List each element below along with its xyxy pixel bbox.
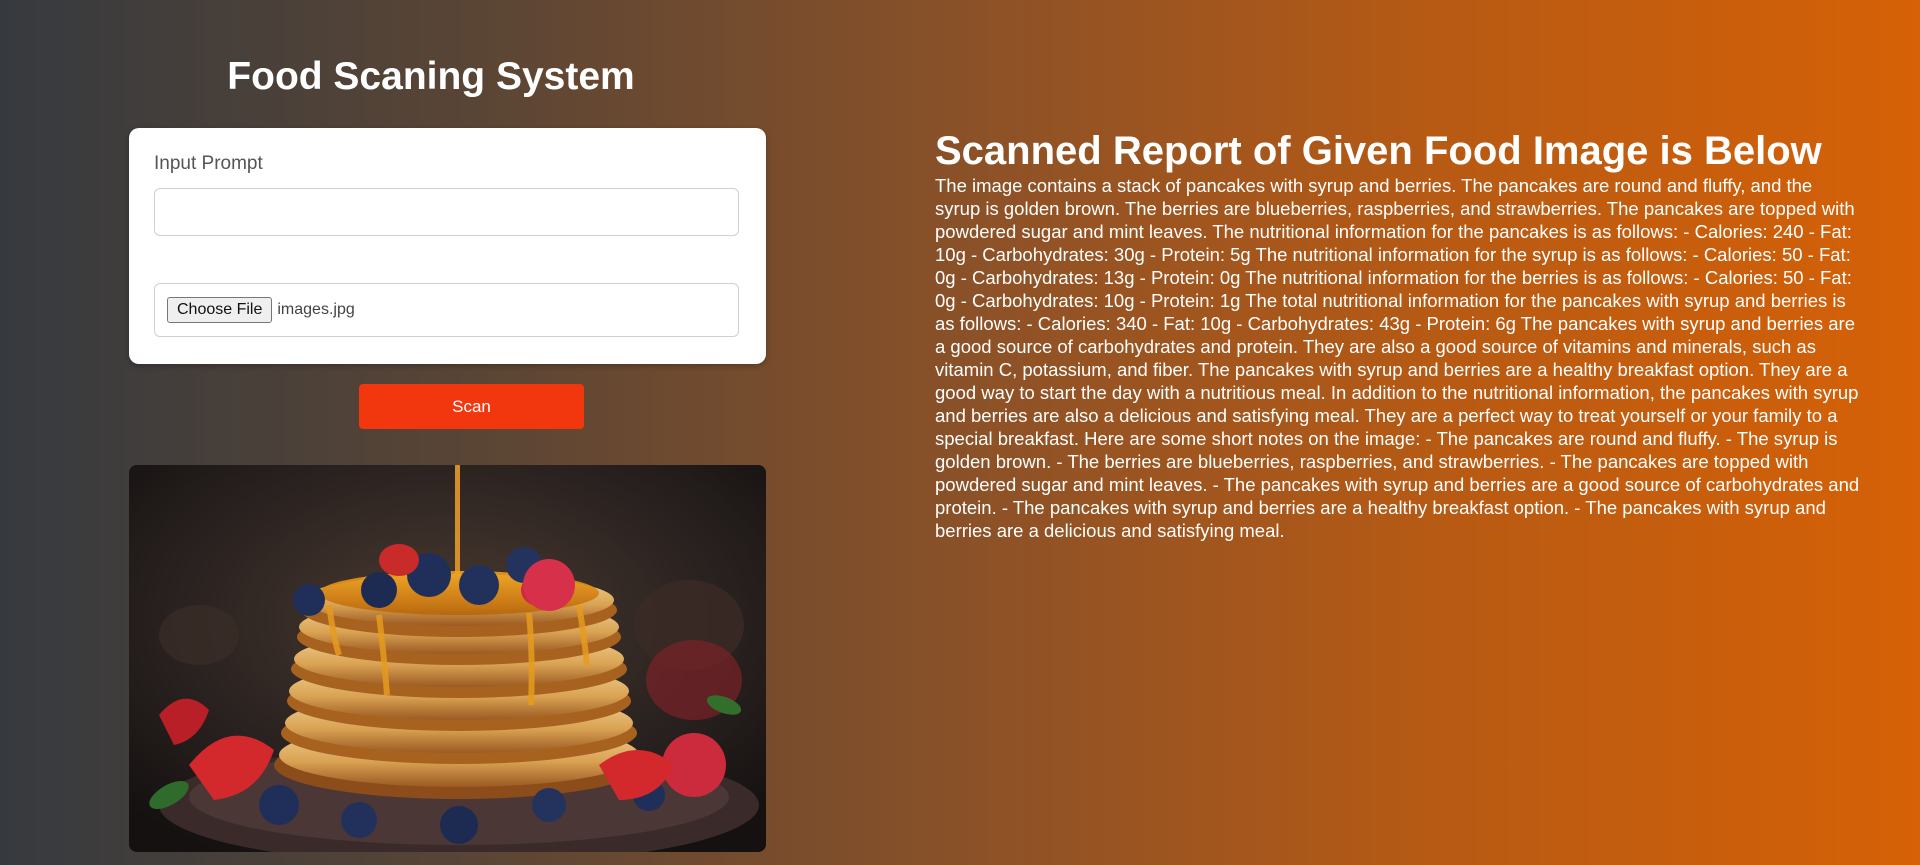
file-input[interactable]: Choose File images.jpg (154, 283, 739, 337)
scan-button[interactable]: Scan (359, 384, 584, 429)
report-title: Scanned Report of Given Food Image is Be… (935, 129, 1822, 173)
input-prompt-field[interactable] (154, 188, 739, 236)
report-text: The image contains a stack of pancakes w… (935, 175, 1860, 541)
selected-file-name: images.jpg (277, 301, 355, 318)
app-title: Food Scaning System (227, 55, 635, 98)
report-panel: Scanned Report of Given Food Image is Be… (935, 128, 1860, 542)
choose-file-button[interactable]: Choose File (167, 297, 273, 323)
pancake-image-illustration (129, 465, 766, 852)
input-prompt-label: Input Prompt (154, 153, 263, 174)
scan-form-card: Input Prompt Choose File images.jpg (129, 128, 766, 364)
uploaded-food-image (129, 465, 766, 852)
